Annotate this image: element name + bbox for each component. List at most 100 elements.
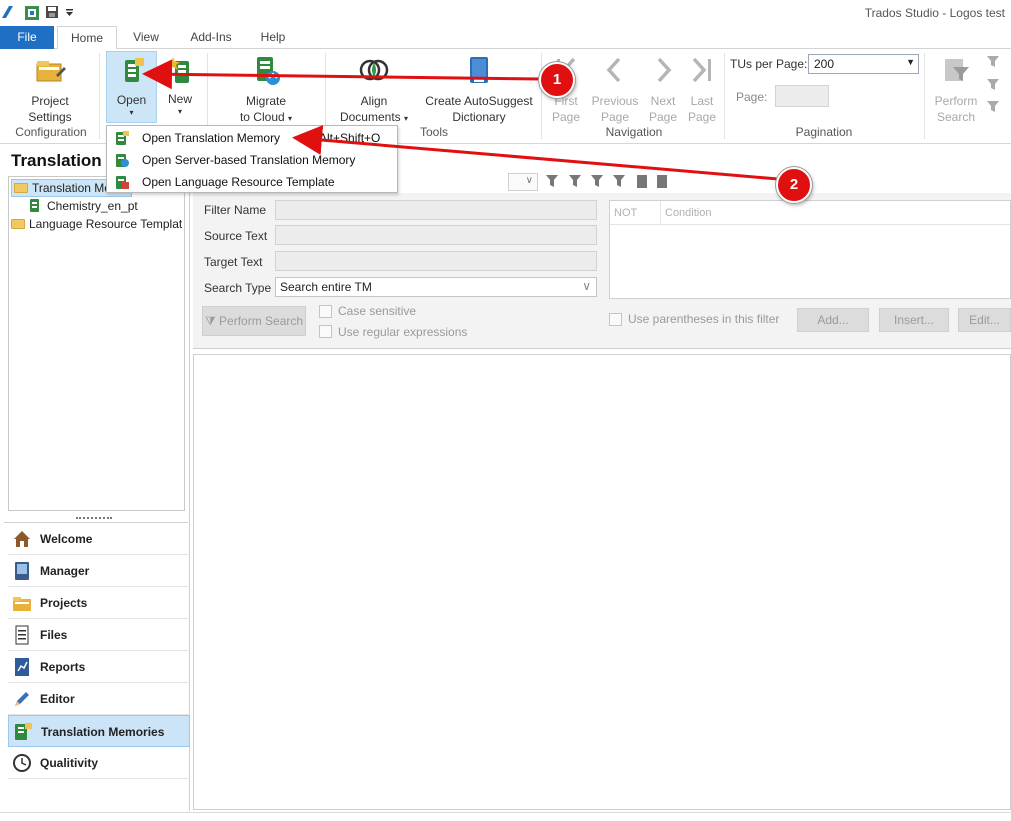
new-button[interactable]: New ▾ [160, 51, 200, 123]
nav-label: Manager [40, 564, 90, 578]
autosuggest-label-2: Dictionary [452, 110, 506, 124]
tree-item-label: Language Resource Templat [29, 217, 183, 231]
group-pagination-label: Pagination [795, 125, 853, 139]
condition-list[interactable]: NOT Condition [609, 200, 1011, 299]
nav-editor[interactable]: Editor [8, 683, 190, 715]
nav-qualitivity[interactable]: Qualitivity [8, 747, 190, 779]
projects-icon [13, 597, 31, 611]
previous-page-label-2: Page [600, 110, 630, 124]
next-page-icon [657, 57, 672, 83]
tm-results-grid[interactable] [193, 354, 1011, 810]
tree-item-language-resource-templates[interactable]: Language Resource Templat [11, 217, 182, 231]
edit-condition-button[interactable]: Edit... [958, 308, 1011, 332]
ribbon-perform-search-button[interactable]: Perform Search [928, 53, 984, 124]
language-resource-icon [116, 176, 129, 189]
filter-name-label: Filter Name [204, 203, 267, 217]
regex-checkbox[interactable] [319, 325, 332, 338]
open-button[interactable]: Open ▾ [106, 51, 157, 123]
page-input[interactable] [775, 85, 829, 107]
nav-welcome[interactable]: Welcome [8, 523, 190, 555]
previous-page-button[interactable]: Previous Page [590, 53, 640, 124]
menu-item-label: Open Translation Memory [142, 131, 281, 145]
menu-item-open-server-tm[interactable]: Open Server-based Translation Memory [108, 149, 397, 171]
group-tools-label: Tools [419, 125, 448, 139]
source-text-input[interactable] [275, 225, 597, 245]
nav-reports[interactable]: Reports [8, 651, 190, 683]
nav-files[interactable]: Files [8, 619, 190, 651]
window-title: Trados Studio - Logos test [864, 6, 1005, 20]
project-settings-button[interactable]: Project Settings [12, 53, 88, 124]
search-type-label: Search Type [204, 281, 272, 295]
new-label: New [167, 92, 192, 106]
case-sensitive-checkbox[interactable] [319, 305, 332, 318]
group-separator [724, 53, 725, 139]
chevron-down-icon: ∨ [582, 279, 591, 293]
files-icon [15, 625, 29, 645]
tus-per-page-select[interactable]: 200 ▼ [808, 54, 919, 74]
autosuggest-label-1: Create AutoSuggest [425, 94, 533, 108]
add-condition-button[interactable]: Add... [797, 308, 869, 332]
filter-select[interactable]: ∨ [508, 173, 538, 191]
migrate-to-cloud-button[interactable]: Migrate to Cloud ▾ [225, 53, 307, 124]
nav-translation-memories[interactable]: Translation Memories [8, 715, 190, 747]
chevron-down-icon: ▼ [906, 57, 915, 67]
filter-actions-icons[interactable] [545, 174, 667, 190]
tus-per-page-value: 200 [814, 57, 835, 71]
nav-label: Files [40, 628, 68, 642]
nav-manager[interactable]: Manager [8, 555, 190, 587]
tm-icon [30, 199, 39, 212]
annotation-badge-2: 2 [776, 167, 812, 203]
folder-icon [11, 219, 25, 229]
menu-item-open-translation-memory[interactable]: Open Translation Memory Alt+Shift+O [108, 127, 397, 149]
perform-search-button[interactable]: ⧩ Perform Search [202, 306, 306, 336]
search-type-select[interactable]: Search entire TM ∨ [275, 277, 597, 297]
server-tm-icon [116, 154, 129, 167]
migrate-label-2: to Cloud [239, 110, 285, 124]
tab-home[interactable]: Home [57, 26, 117, 50]
menu-item-shortcut: Alt+Shift+O [319, 131, 381, 145]
align-documents-button[interactable]: Align Documents ▾ [335, 53, 413, 124]
nav-label: Welcome [40, 532, 93, 546]
tab-help[interactable]: Help [253, 26, 293, 49]
nav-projects[interactable]: Projects [8, 587, 190, 619]
project-settings-label-2: Settings [28, 110, 72, 124]
align-label-2: Documents [339, 110, 401, 124]
first-page-label-2: Page [551, 110, 581, 124]
qat-app-icon[interactable] [24, 5, 40, 21]
case-sensitive-label: Case sensitive [338, 304, 417, 318]
next-page-label-1: Next [650, 94, 676, 108]
folder-open-icon [14, 183, 28, 193]
view-navigation: Welcome Manager Projects Files Reports E… [4, 522, 190, 780]
perform-search-label-2: Search [936, 110, 976, 124]
create-autosuggest-dictionary-button[interactable]: Create AutoSuggest Dictionary [420, 53, 538, 124]
ribbon-tabs: File Home View Add-Ins Help [0, 26, 1011, 50]
search-filter-icon: ⧩ [204, 314, 216, 328]
search-type-value: Search entire TM [280, 280, 372, 294]
tab-add-ins[interactable]: Add-Ins [182, 26, 240, 49]
last-page-label-1: Last [690, 94, 714, 108]
clock-icon [13, 754, 31, 772]
panel-title: Translation [11, 151, 102, 170]
tree-item-chemistry-en-pt[interactable]: Chemistry_en_pt [29, 199, 138, 213]
nav-label: Editor [40, 692, 75, 706]
condition-header: NOT Condition [610, 201, 1010, 225]
save-icon[interactable] [45, 5, 59, 19]
target-text-label: Target Text [204, 255, 263, 269]
customize-qat-icon[interactable] [66, 9, 74, 17]
next-page-button[interactable]: Next Page [643, 53, 683, 124]
align-label-1: Align [360, 94, 388, 108]
tm-tree: Translation Memories Chemistry_en_pt Lan… [8, 176, 185, 511]
tab-view[interactable]: View [125, 26, 167, 49]
menu-item-open-language-resource-template[interactable]: Open Language Resource Template [108, 171, 397, 193]
filter-name-input[interactable] [275, 200, 597, 220]
previous-page-label-1: Previous [591, 94, 639, 108]
parentheses-checkbox[interactable] [609, 313, 622, 326]
last-page-icon [692, 57, 711, 83]
tab-file[interactable]: File [0, 26, 54, 49]
target-text-input[interactable] [275, 251, 597, 271]
last-page-button[interactable]: Last Page [684, 53, 720, 124]
insert-condition-button[interactable]: Insert... [879, 308, 949, 332]
regex-label: Use regular expressions [338, 325, 468, 339]
menu-item-label: Open Server-based Translation Memory [142, 153, 356, 167]
panel-splitter[interactable] [76, 517, 112, 520]
